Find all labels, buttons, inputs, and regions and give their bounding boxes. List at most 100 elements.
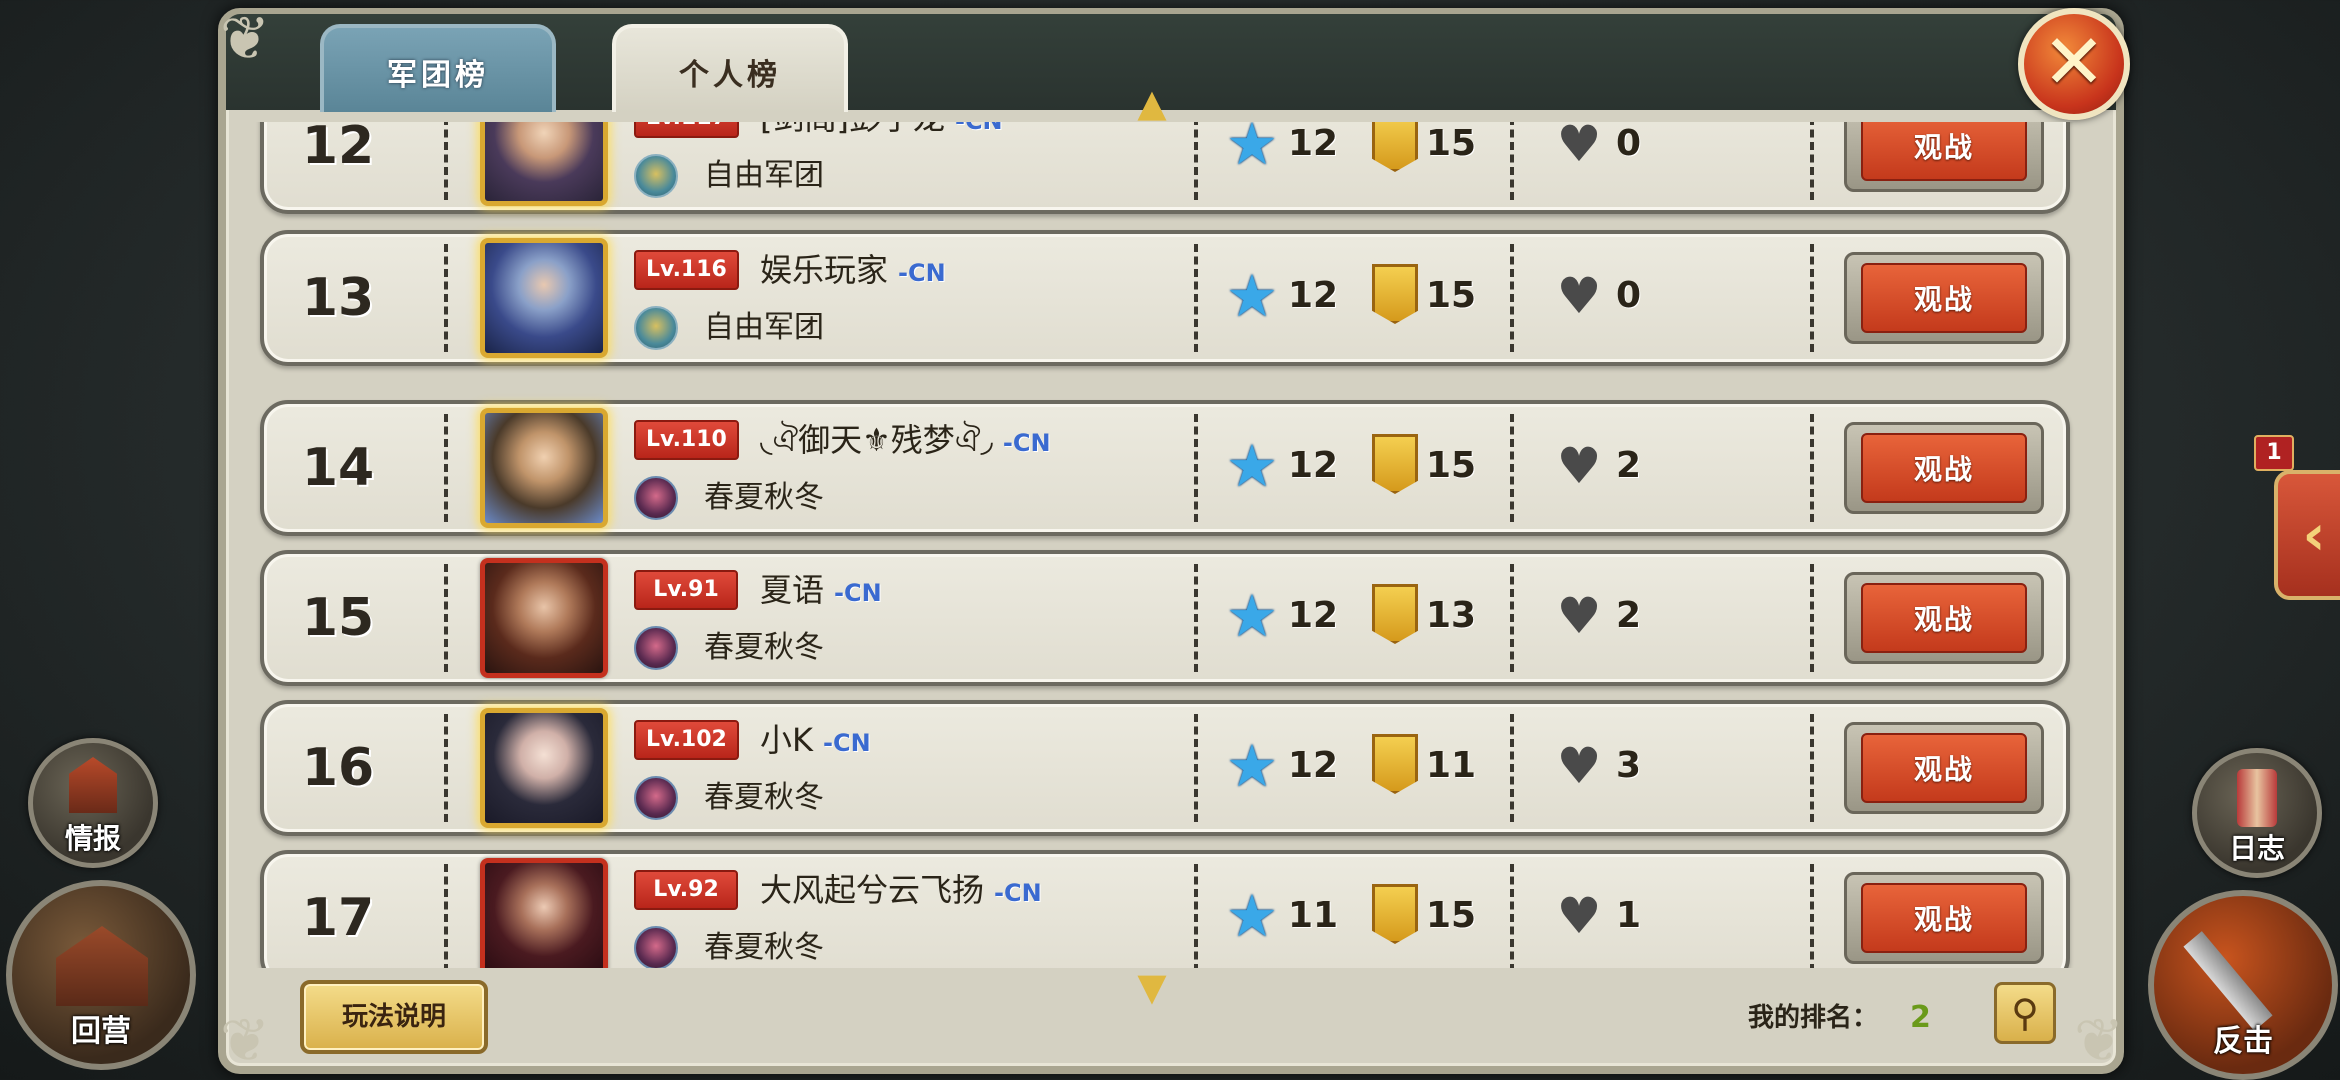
ranking-row: 16 Lv.102 小K -CN 春夏秋冬 ★ 12 11 ♥ 3 观战 — [260, 700, 2070, 836]
corner-ornament-icon: ❦ — [219, 4, 271, 74]
row-divider — [1510, 414, 1514, 522]
scroll-up-icon[interactable]: ▲ — [1122, 84, 1182, 122]
star-icon: ★ — [1226, 732, 1278, 800]
heart-icon: ♥ — [1556, 437, 1602, 495]
row-divider — [1194, 864, 1198, 968]
my-rank-label: 我的排名： — [1748, 1003, 1879, 1033]
guild-emblem-icon — [634, 926, 678, 968]
level-badge: Lv.117 — [634, 122, 739, 138]
player-name[interactable]: 大风起兮云飞扬 -CN — [760, 868, 1042, 912]
player-name[interactable]: 娱乐玩家 -CN — [760, 248, 946, 292]
player-name-text: 小K — [760, 721, 813, 759]
heart-icon: ♥ — [1556, 122, 1602, 173]
return-camp-button[interactable]: 回营 — [6, 880, 196, 1070]
hearts-count: 0 — [1616, 123, 1642, 164]
rank-number: 12 — [301, 122, 375, 176]
tab-personal-ranking[interactable]: 个人榜 — [612, 24, 848, 112]
player-avatar[interactable] — [480, 558, 608, 678]
star-icon: ★ — [1226, 122, 1278, 178]
expand-side-tab[interactable]: ‹ — [2274, 470, 2340, 600]
corner-ornament-icon: ❦ — [2073, 1006, 2125, 1076]
level-badge: Lv.102 — [634, 720, 739, 760]
stars-count: 12 — [1288, 445, 1339, 486]
counterattack-label: 反击 — [2213, 1024, 2273, 1059]
player-name[interactable]: 夏语 -CN — [760, 568, 882, 612]
banner-icon — [1372, 734, 1418, 794]
level-badge: Lv.92 — [634, 870, 738, 910]
player-name[interactable]: ◟ঐ御天⚜残梦ঐ◞ -CN — [760, 418, 1051, 462]
watch-battle-button[interactable]: 观战 — [1861, 883, 2027, 953]
banner-icon — [1372, 434, 1418, 494]
watch-battle-button[interactable]: 观战 — [1861, 122, 2027, 181]
banners-count: 15 — [1426, 275, 1477, 316]
rules-help-button[interactable]: 玩法说明 — [300, 980, 488, 1054]
search-button[interactable]: ⚲ — [1994, 982, 2056, 1044]
player-name[interactable]: 小K -CN — [760, 718, 871, 762]
watch-button-frame: 观战 — [1844, 572, 2044, 664]
server-tag: -CN — [955, 122, 1003, 135]
gate-icon — [69, 757, 117, 813]
watch-battle-button[interactable]: 观战 — [1861, 583, 2027, 653]
log-button[interactable]: 日志 — [2192, 748, 2322, 878]
rank-number: 16 — [301, 738, 375, 798]
watch-battle-button[interactable]: 观战 — [1861, 263, 2027, 333]
rank-number: 13 — [301, 268, 375, 328]
row-divider — [1810, 714, 1814, 822]
close-button[interactable]: ✕ — [2018, 8, 2130, 120]
close-icon: ✕ — [2042, 17, 2106, 106]
rank-number: 17 — [301, 888, 375, 948]
watch-battle-button[interactable]: 观战 — [1861, 733, 2027, 803]
row-divider — [444, 122, 448, 200]
banner-icon — [1372, 884, 1418, 944]
guild-name: 春夏秋冬 — [704, 630, 824, 665]
hearts-count: 3 — [1616, 745, 1642, 786]
guild-emblem-icon — [634, 154, 678, 198]
stars-count: 12 — [1288, 123, 1339, 164]
level-badge: Lv.116 — [634, 250, 739, 290]
banner-icon — [1372, 122, 1418, 172]
banners-count: 15 — [1426, 123, 1477, 164]
player-name-text: [剑阁]彭于龙 — [760, 122, 945, 137]
stars-count: 12 — [1288, 595, 1339, 636]
intel-label: 情报 — [64, 822, 121, 855]
player-avatar[interactable] — [480, 858, 608, 968]
banner-icon — [1372, 264, 1418, 324]
player-name-text: 大风起兮云飞扬 — [760, 871, 985, 909]
scroll-down-icon[interactable]: ▼ — [1122, 968, 1182, 1006]
row-divider — [444, 564, 448, 672]
player-avatar[interactable] — [480, 408, 608, 528]
guild-name: 自由军团 — [704, 310, 824, 345]
banners-count: 15 — [1426, 445, 1477, 486]
hearts-count: 1 — [1616, 895, 1642, 936]
watch-button-frame: 观战 — [1844, 252, 2044, 344]
heart-icon: ♥ — [1556, 587, 1602, 645]
star-icon: ★ — [1226, 262, 1278, 330]
magnifier-icon: ⚲ — [2011, 991, 2039, 1035]
player-name-text: 娱乐玩家 — [760, 251, 889, 289]
tab-legion-ranking[interactable]: 军团榜 — [320, 24, 556, 112]
guild-name: 春夏秋冬 — [704, 780, 824, 815]
corner-ornament-icon: ❦ — [219, 1006, 271, 1076]
notification-badge: 1 — [2254, 435, 2294, 471]
counterattack-button[interactable]: 反击 — [2148, 890, 2338, 1080]
hearts-count: 2 — [1616, 445, 1642, 486]
player-name-text: ◟ঐ御天⚜残梦ঐ◞ — [760, 421, 993, 459]
my-rank-value: 2 — [1910, 1000, 1931, 1035]
ranking-list[interactable]: 12 Lv.117 [剑阁]彭于龙-CN 自由军团 ★ 12 15 ♥ 0 观战… — [226, 122, 2116, 968]
return-camp-label: 回营 — [71, 1014, 131, 1049]
watch-battle-button[interactable]: 观战 — [1861, 433, 2027, 503]
server-tag: -CN — [834, 579, 882, 607]
player-name[interactable]: [剑阁]彭于龙 -CN — [760, 122, 1003, 140]
intel-button[interactable]: 情报 — [28, 738, 158, 868]
row-divider — [1810, 864, 1814, 968]
watch-button-frame: 观战 — [1844, 122, 2044, 192]
player-avatar[interactable] — [480, 708, 608, 828]
level-badge: Lv.91 — [634, 570, 738, 610]
row-divider — [444, 244, 448, 352]
player-avatar[interactable] — [480, 122, 608, 206]
watch-button-frame: 观战 — [1844, 722, 2044, 814]
player-avatar[interactable] — [480, 238, 608, 358]
heart-icon: ♥ — [1556, 887, 1602, 945]
row-divider — [1810, 122, 1814, 200]
row-divider — [1810, 414, 1814, 522]
